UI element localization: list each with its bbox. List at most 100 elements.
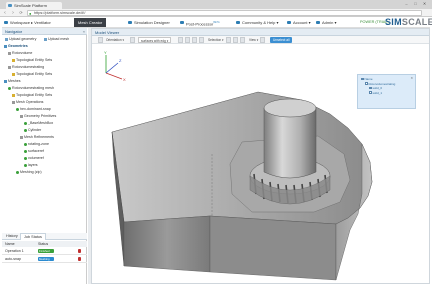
render-mode-select[interactable]: surfaces with edg ▾ [138, 37, 172, 43]
workspace-icon [4, 21, 8, 24]
tree-item[interactable]: Rotorvolumestrating [8, 65, 44, 70]
tree-node-icon [12, 58, 15, 62]
clip-icon[interactable] [192, 37, 197, 43]
tree-item[interactable]: Topological Entity Sets [12, 58, 52, 63]
tree-item-label: Topological Entity Sets [16, 72, 53, 76]
reload-icon[interactable]: ⟳ [18, 10, 24, 16]
tree-item[interactable]: _BaseMeshBox [24, 121, 53, 126]
tree-item-label: Rotorvolumestrating [12, 65, 45, 69]
menu-account[interactable]: Account ▾ [287, 18, 311, 27]
delete-icon[interactable] [78, 249, 81, 253]
rotor-cylinder-top [263, 98, 317, 118]
selection-item-label: solid_0 [372, 86, 383, 90]
job-name: Operation 1 [5, 249, 24, 253]
selection-item[interactable]: solid_1 [361, 91, 412, 96]
checkbox-icon[interactable] [361, 77, 364, 81]
tree-item-label: _BaseMeshBox [28, 121, 54, 125]
fit-icon[interactable] [185, 37, 190, 43]
table-row[interactable]: auto-snap Meshing [2, 255, 87, 263]
tree-item-label: hex-dominant-snap [20, 107, 51, 111]
selection-info-box: ✕ Name Rotorvolumestrating solid_0 solid… [357, 74, 416, 109]
tree-node-icon [4, 44, 7, 48]
collapse-icon[interactable]: « [83, 28, 85, 35]
table-row[interactable]: Operation 1 Finished [2, 247, 87, 255]
upload-geometry-button[interactable]: Upload geometry [5, 37, 36, 42]
tree-item[interactable]: Meshes [4, 79, 21, 84]
checkbox-icon[interactable] [365, 82, 368, 85]
tree-item[interactable]: Topological Entity Sets [12, 72, 52, 77]
upload-mesh-button[interactable]: Upload mesh [44, 37, 69, 42]
menu-community[interactable]: Community & Help ▾ [236, 18, 278, 27]
tree-item[interactable]: Mesh Operations [12, 100, 43, 105]
tree-node-icon [8, 86, 11, 90]
maximize-button[interactable]: □ [411, 1, 420, 6]
url-input[interactable]: https://platform.simscale.de/#!/ [27, 10, 422, 16]
checkbox-icon[interactable] [369, 91, 372, 94]
pick-icon[interactable] [199, 37, 204, 43]
tree-item[interactable]: Topological Entity Sets [12, 93, 52, 98]
tree-item[interactable]: volumeref [24, 156, 44, 161]
menu-simulation-designer[interactable]: Simulation Designer [128, 18, 170, 27]
navigator-header: Navigator « [2, 28, 87, 35]
tab-job-status[interactable]: Job Status [20, 233, 46, 240]
tree-item[interactable]: Geometries [4, 44, 28, 49]
menu-workspace[interactable]: Workspace ▸ Ventilator [4, 18, 51, 27]
tree-item[interactable]: Cylinder [24, 128, 41, 133]
view-dropdown[interactable]: View ▾ [249, 37, 258, 43]
tree-item-label: Rotorvolumestrating mesh [12, 86, 54, 90]
menu-label: Account ▾ [293, 20, 311, 25]
selection-dropdown[interactable]: Selection ▾ [208, 37, 224, 43]
tree-item[interactable]: surfaceref [24, 149, 44, 154]
isolate-icon[interactable] [240, 37, 245, 43]
back-icon[interactable]: ‹ [2, 10, 8, 16]
tree-node-icon [24, 128, 27, 132]
tree-item-label: volumeref [28, 156, 44, 160]
close-window-button[interactable]: ✕ [420, 1, 429, 6]
menu-label: Community & Help ▾ [242, 20, 279, 25]
orientation-dropdown[interactable]: Orientation ▾ [106, 37, 124, 43]
housing-front-wall [123, 215, 211, 273]
tree-node-icon [20, 135, 23, 139]
tree-item[interactable]: Mesh Refinements [20, 135, 54, 140]
rotate-icon[interactable] [130, 37, 135, 43]
tree-item[interactable]: rotating-zone [24, 142, 49, 147]
unselect-all-button[interactable]: Unselect all [270, 37, 293, 43]
minimize-button[interactable]: – [402, 1, 411, 6]
tree-node-icon [24, 156, 27, 160]
tree-node-icon [4, 79, 7, 83]
model-viewer: Model Viewer Orientation ▾ surfaces with… [91, 28, 430, 284]
tree-node-icon [8, 65, 11, 69]
home-view-icon[interactable] [98, 37, 103, 43]
tree-item[interactable]: Geometry Primitives [20, 114, 56, 119]
lock-icon: ● [29, 11, 32, 16]
browser-tab[interactable]: SimScale Platform [6, 2, 62, 9]
delete-icon[interactable] [78, 257, 81, 261]
tree-item[interactable]: Rotorvolume [8, 51, 32, 56]
tree-item[interactable]: hex-dominant-snap [16, 107, 51, 112]
tree-item[interactable]: layers [24, 163, 38, 168]
tree-item-label: rotating-zone [28, 142, 49, 146]
tree-item-label: layers [28, 163, 38, 167]
3d-canvas[interactable]: X Y Z ✕ Name Rotorvolumestrating solid_0… [92, 44, 429, 283]
forward-icon[interactable]: › [10, 10, 16, 16]
screenshot-icon[interactable] [260, 37, 265, 43]
community-icon [236, 21, 240, 24]
tree-item-label: Topological Entity Sets [16, 93, 53, 97]
show-icon[interactable] [233, 37, 238, 43]
menu-label: Simulation Designer [134, 20, 170, 25]
tree-item[interactable]: Meshing (zip) [16, 170, 42, 175]
tab-history[interactable]: History [3, 233, 21, 240]
tree-item[interactable]: Rotorvolumestrating mesh [8, 86, 54, 91]
tree-node-icon [12, 72, 15, 76]
hide-icon[interactable] [226, 37, 231, 43]
tree-node-icon [24, 121, 27, 125]
axes-triad-icon: X Y Z [104, 50, 126, 82]
zoom-icon[interactable] [178, 37, 183, 43]
upload-geometry-label: Upload geometry [9, 37, 37, 41]
navigator-tree: Geometries Rotorvolume Topological Entity … [2, 44, 87, 212]
menu-admin[interactable]: Admin ▾ [316, 18, 336, 27]
menu-post-processor[interactable]: Post-ProcessorBETA [180, 18, 220, 27]
menu-mesh-creator[interactable]: Mesh Creator [74, 18, 107, 27]
checkbox-icon[interactable] [369, 86, 372, 90]
axis-y-label: Y [104, 50, 107, 55]
